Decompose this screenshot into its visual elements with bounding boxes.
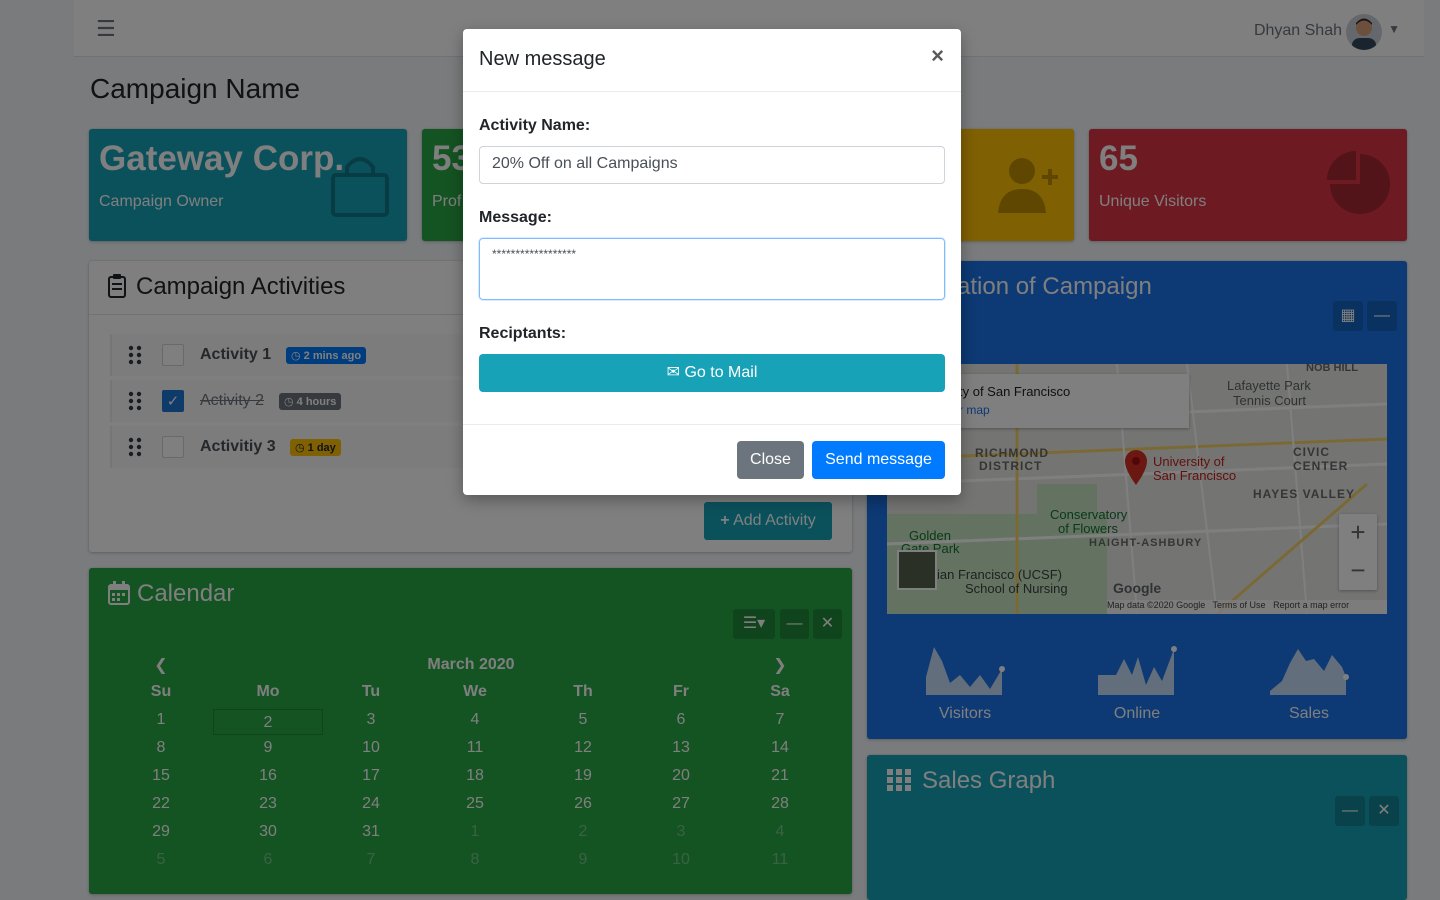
recipients-label: Reciptants: [479,325,567,342]
modal-footer: Close Send message [463,424,961,495]
send-message-button[interactable]: Send message [812,441,945,479]
message-textarea[interactable]: ****************** [479,238,945,300]
activity-name-label: Activity Name: [479,117,591,134]
modal-header: New message × [463,29,961,92]
mail-icon: ✉ [666,364,681,381]
close-button[interactable]: Close [737,441,804,479]
close-icon[interactable]: × [931,43,944,69]
go-to-mail-button[interactable]: ✉ Go to Mail [479,354,945,392]
activity-name-input[interactable]: 20% Off on all Campaigns [479,146,945,184]
go-to-mail-label: Go to Mail [684,364,758,381]
new-message-modal: New message × Activity Name: 20% Off on … [463,29,961,495]
message-label: Message: [479,209,552,226]
modal-title: New message [479,48,606,70]
